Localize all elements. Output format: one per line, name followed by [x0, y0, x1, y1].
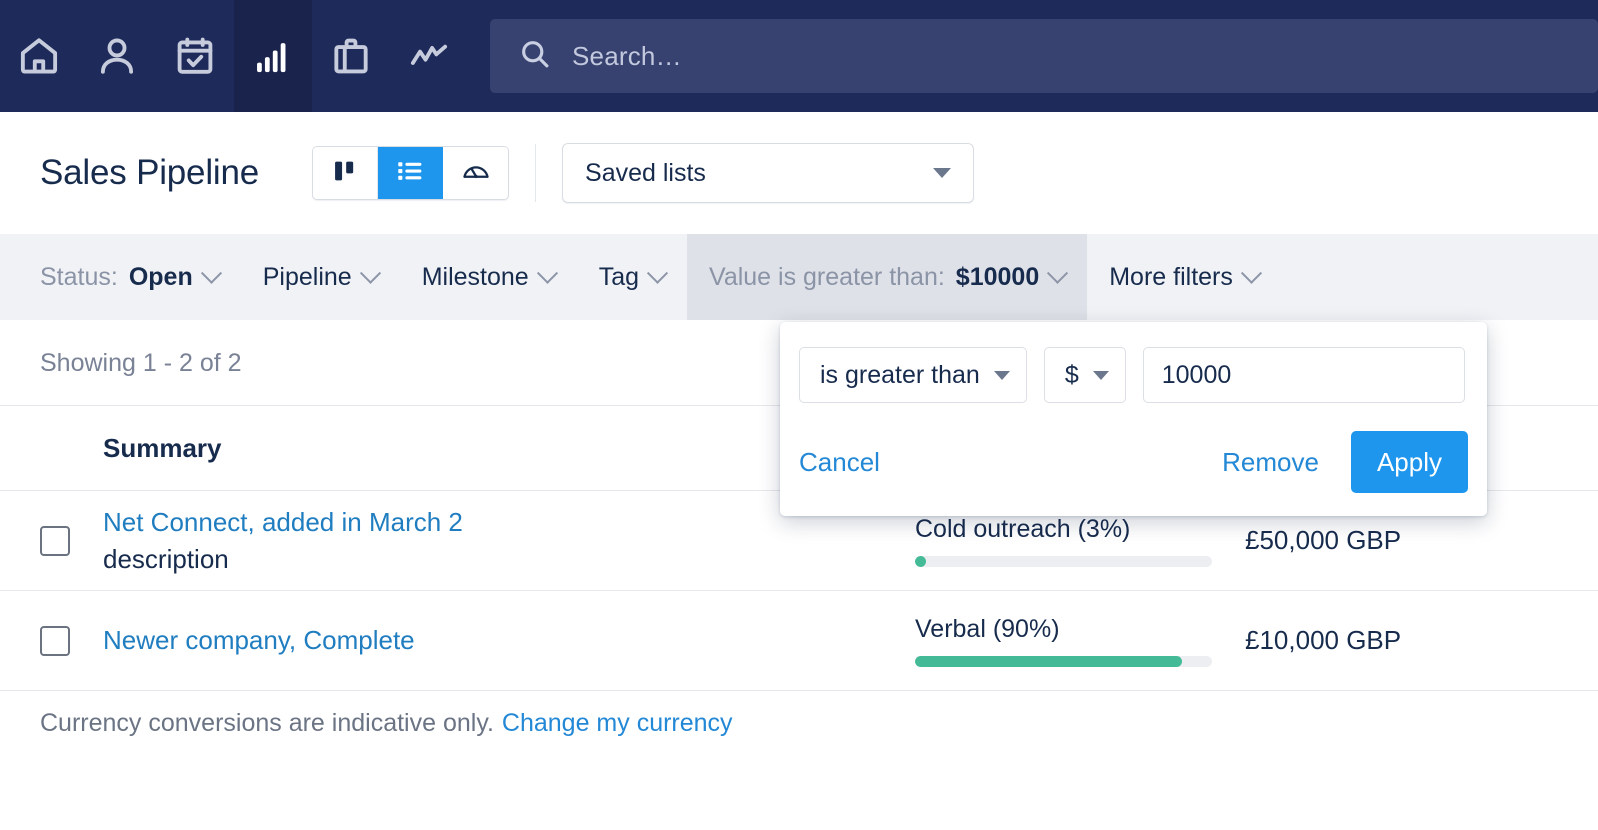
top-navigation-bar: Search… — [0, 0, 1598, 112]
operator-select-label: is greater than — [820, 360, 980, 389]
row-summary-cell: Newer company, Complete — [103, 624, 915, 657]
currency-select-label: $ — [1064, 360, 1079, 389]
calendar-check-icon — [173, 34, 217, 78]
caret-down-icon — [1092, 370, 1109, 380]
filter-more-filters[interactable]: More filters — [1087, 234, 1281, 320]
apply-button[interactable]: Apply — [1350, 431, 1468, 493]
filter-milestone[interactable]: Milestone — [400, 234, 577, 320]
filter-pipeline-label: Pipeline — [262, 262, 352, 291]
operator-select[interactable]: is greater than — [799, 347, 1027, 403]
header-divider — [535, 144, 537, 202]
nav-icon-group — [0, 0, 468, 112]
value-filter-popover: is greater than $ 10000 Cancel Remove Ap… — [780, 322, 1487, 516]
view-toggle-forecast[interactable] — [443, 147, 509, 199]
page-title: Sales Pipeline — [40, 153, 260, 192]
chevron-down-icon — [1240, 262, 1262, 284]
cancel-button[interactable]: Cancel — [799, 447, 880, 478]
currency-select[interactable]: $ — [1043, 347, 1126, 403]
search-placeholder: Search… — [572, 40, 682, 71]
row-description: description — [103, 543, 229, 574]
gauge-icon — [461, 156, 491, 191]
filter-status-value: Open — [128, 262, 193, 291]
board-icon — [331, 157, 359, 190]
currency-note: Currency conversions are indicative only… — [40, 700, 733, 746]
row-milestone-cell: Cold outreach (3%) — [915, 515, 1245, 567]
amount-input[interactable]: 10000 — [1142, 347, 1465, 403]
caret-down-icon — [993, 370, 1010, 380]
filter-bar: Status: Open Pipeline Milestone Tag Valu… — [0, 234, 1598, 320]
chevron-down-icon — [536, 262, 558, 284]
results-count: Showing 1 - 2 of 2 — [40, 348, 242, 377]
filter-tag[interactable]: Tag — [577, 234, 687, 320]
column-header-summary: Summary — [103, 432, 222, 463]
list-icon — [395, 156, 425, 191]
filter-value-greater-than[interactable]: Value is greater than: $10000 — [687, 234, 1088, 320]
nav-item-reports[interactable] — [390, 0, 468, 112]
currency-note-text: Currency conversions are indicative only… — [40, 708, 494, 737]
popover-controls-row: is greater than $ 10000 — [780, 322, 1487, 403]
row-summary-cell: Net Connect, added in March 2 descriptio… — [103, 506, 915, 575]
chevron-down-icon — [1047, 262, 1069, 284]
view-toggle-board[interactable] — [313, 147, 379, 199]
row-milestone-label: Verbal (90%) — [915, 614, 1060, 643]
saved-lists-label: Saved lists — [585, 158, 706, 187]
home-icon — [17, 34, 61, 78]
remove-button[interactable]: Remove — [1222, 447, 1319, 478]
row-title-link[interactable]: Newer company, Complete — [103, 624, 915, 657]
row-progress-fill — [915, 655, 1183, 667]
trend-line-icon — [407, 34, 451, 78]
row-checkbox[interactable] — [40, 625, 70, 656]
nav-item-pipeline[interactable] — [234, 0, 312, 112]
row-milestone-cell: Verbal (90%) — [915, 615, 1245, 667]
chevron-down-icon — [200, 262, 222, 284]
app-root: Search… Sales Pipeline Saved lists Statu… — [0, 0, 1598, 830]
filter-status[interactable]: Status: Open — [40, 234, 241, 320]
row-checkbox-cell — [0, 625, 103, 656]
row-value: £10,000 GBP — [1245, 625, 1402, 655]
row-value: £50,000 GBP — [1245, 525, 1402, 555]
page-header: Sales Pipeline Saved lists — [0, 112, 1598, 234]
row-checkbox-cell — [0, 525, 103, 556]
search-input[interactable]: Search… — [490, 19, 1598, 93]
view-toggle-list[interactable] — [378, 147, 444, 199]
filter-tag-label: Tag — [598, 262, 639, 291]
bar-chart-icon — [251, 34, 295, 78]
chevron-down-icon — [646, 262, 669, 284]
filter-pipeline[interactable]: Pipeline — [241, 234, 400, 320]
filter-more-label: More filters — [1109, 262, 1233, 291]
filter-milestone-label: Milestone — [421, 262, 529, 291]
nav-item-contacts[interactable] — [78, 0, 156, 112]
saved-lists-dropdown[interactable]: Saved lists — [562, 143, 975, 203]
nav-item-projects[interactable] — [312, 0, 390, 112]
row-milestone-label: Cold outreach (3%) — [915, 514, 1131, 543]
search-icon — [518, 37, 552, 76]
nav-item-home[interactable] — [0, 0, 78, 112]
row-progress-bar — [915, 555, 1212, 567]
filter-status-prefix: Status: — [40, 262, 118, 291]
view-toggle-group — [312, 146, 510, 200]
filter-value-prefix: Value is greater than: — [709, 262, 945, 291]
nav-item-activities[interactable] — [156, 0, 234, 112]
filter-value-amount: $10000 — [955, 262, 1040, 291]
row-progress-bar — [915, 655, 1212, 667]
table-row[interactable]: Newer company, Complete Verbal (90%) £10… — [0, 591, 1598, 691]
row-checkbox[interactable] — [40, 525, 70, 556]
row-progress-fill — [915, 555, 926, 567]
change-currency-link[interactable]: Change my currency — [502, 709, 733, 738]
chevron-down-icon — [359, 262, 381, 284]
chevron-down-icon — [933, 168, 952, 178]
briefcase-icon — [329, 34, 373, 78]
person-icon — [95, 34, 139, 78]
search-area: Search… — [468, 0, 1598, 112]
popover-actions-row: Cancel Remove Apply — [780, 403, 1487, 493]
